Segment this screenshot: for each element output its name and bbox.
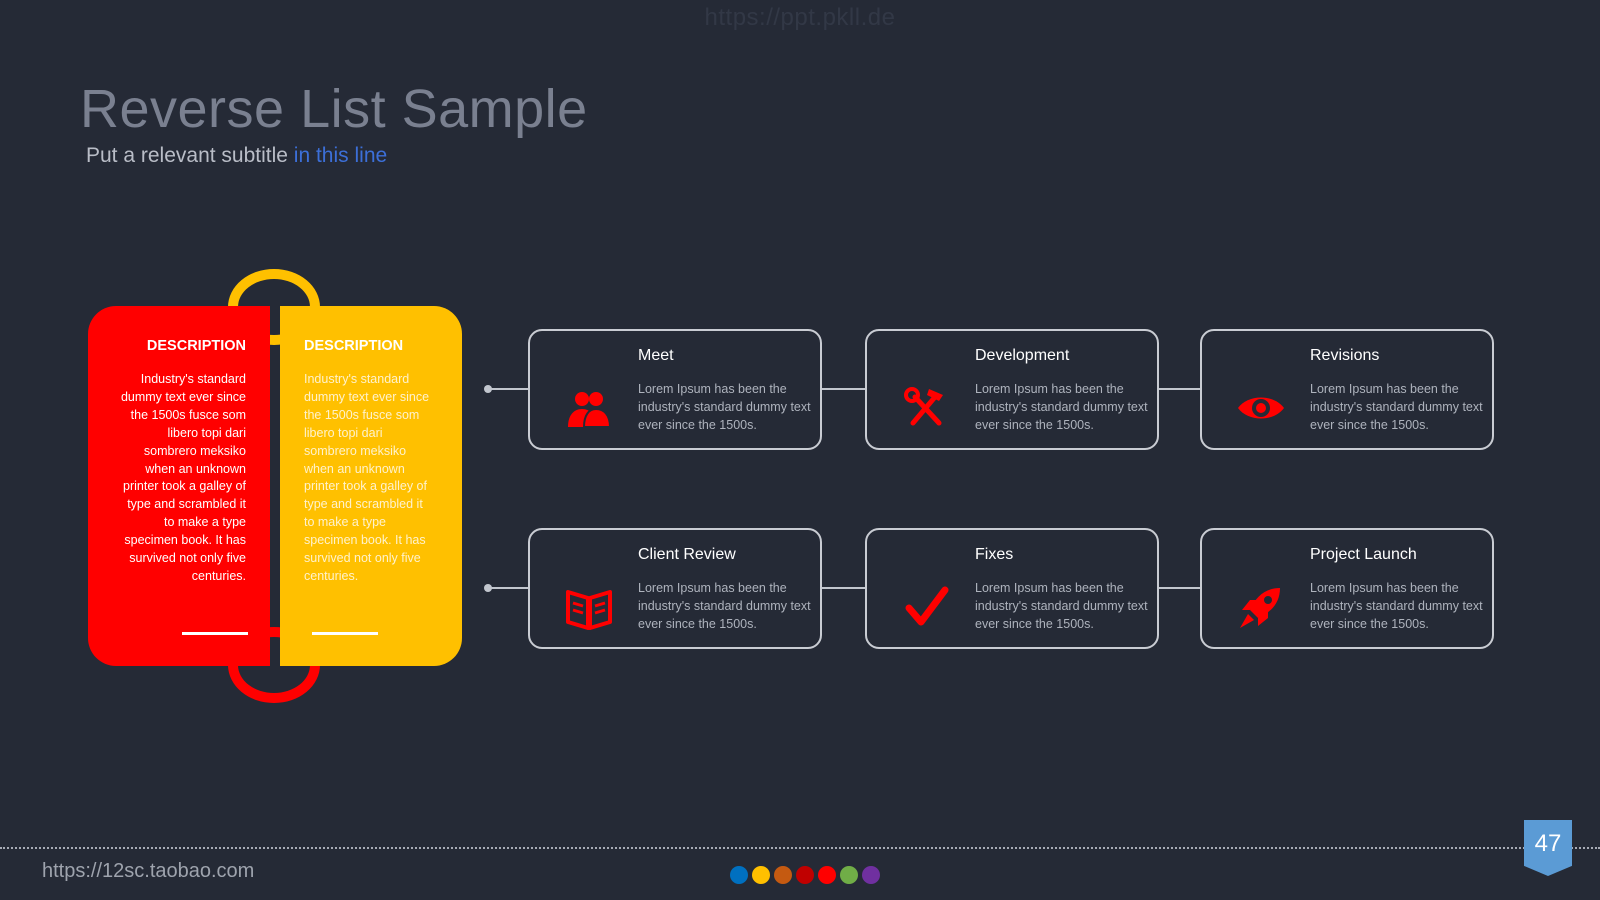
step-card-development: Development Lorem Ipsum has been the ind… — [865, 329, 1159, 450]
row1-connector-start — [490, 388, 528, 390]
yellow-description-panel: DESCRIPTION Industry's standard dummy te… — [280, 306, 462, 666]
step-title: Meet — [638, 347, 674, 364]
check-icon — [905, 586, 949, 626]
page-number: 47 — [1534, 830, 1562, 857]
step-text: Lorem Ipsum has been the industry's stan… — [638, 581, 811, 631]
color-dot — [730, 866, 748, 884]
watermark: https://ppt.pkll.de — [704, 4, 896, 31]
footer-divider — [0, 847, 1600, 849]
footer-url: https://12sc.taobao.com — [42, 860, 255, 882]
color-dot — [752, 866, 770, 884]
color-dot — [774, 866, 792, 884]
subtitle-highlight: in this line — [293, 144, 388, 167]
step-text: Lorem Ipsum has been the industry's stan… — [975, 581, 1148, 631]
page-title: Reverse List Sample — [80, 79, 588, 139]
step-title: Project Launch — [1310, 546, 1417, 563]
row1-connector-2 — [1159, 388, 1200, 390]
row2-connector-start — [490, 587, 528, 589]
yellow-panel-underline — [312, 632, 378, 635]
users-icon — [568, 392, 612, 428]
book-icon — [566, 590, 612, 630]
step-card-revisions: Revisions Lorem Ipsum has been the indus… — [1200, 329, 1494, 450]
row1-connector-1 — [822, 388, 865, 390]
rocket-icon — [1240, 588, 1280, 628]
step-card-meet: Meet Lorem Ipsum has been the industry's… — [528, 329, 822, 450]
step-text: Lorem Ipsum has been the industry's stan… — [975, 382, 1148, 432]
step-title: Fixes — [975, 546, 1014, 563]
yellow-panel-title: DESCRIPTION — [304, 338, 404, 354]
subtitle-text: Put a relevant subtitle — [86, 144, 294, 167]
row2-connector-1 — [822, 587, 865, 589]
red-description-panel: DESCRIPTION Industry's standard dummy te… — [88, 306, 270, 666]
eye-icon — [1238, 397, 1284, 419]
color-dots — [730, 866, 880, 884]
color-dot — [862, 866, 880, 884]
red-panel-underline — [182, 632, 248, 635]
step-text: Lorem Ipsum has been the industry's stan… — [1310, 581, 1483, 631]
red-panel-text: Industry's standard dummy text ever sinc… — [120, 372, 246, 583]
step-card-project-launch: Project Launch Lorem Ipsum has been the … — [1200, 528, 1494, 649]
row2-connector-2 — [1159, 587, 1200, 589]
yellow-panel-text: Industry's standard dummy text ever sinc… — [304, 372, 430, 583]
color-dot — [840, 866, 858, 884]
tools-icon — [904, 387, 943, 426]
step-text: Lorem Ipsum has been the industry's stan… — [1310, 382, 1483, 432]
step-text: Lorem Ipsum has been the industry's stan… — [638, 382, 811, 432]
color-dot — [796, 866, 814, 884]
color-dot — [818, 866, 836, 884]
step-title: Revisions — [1310, 347, 1380, 364]
step-card-client-review: Client Review Lorem Ipsum has been the i… — [528, 528, 822, 649]
step-title: Development — [975, 347, 1070, 364]
step-title: Client Review — [638, 546, 736, 563]
red-panel-title: DESCRIPTION — [146, 338, 246, 354]
page-subtitle: Put a relevant subtitle in this line — [86, 144, 387, 168]
step-card-fixes: Fixes Lorem Ipsum has been the industry'… — [865, 528, 1159, 649]
